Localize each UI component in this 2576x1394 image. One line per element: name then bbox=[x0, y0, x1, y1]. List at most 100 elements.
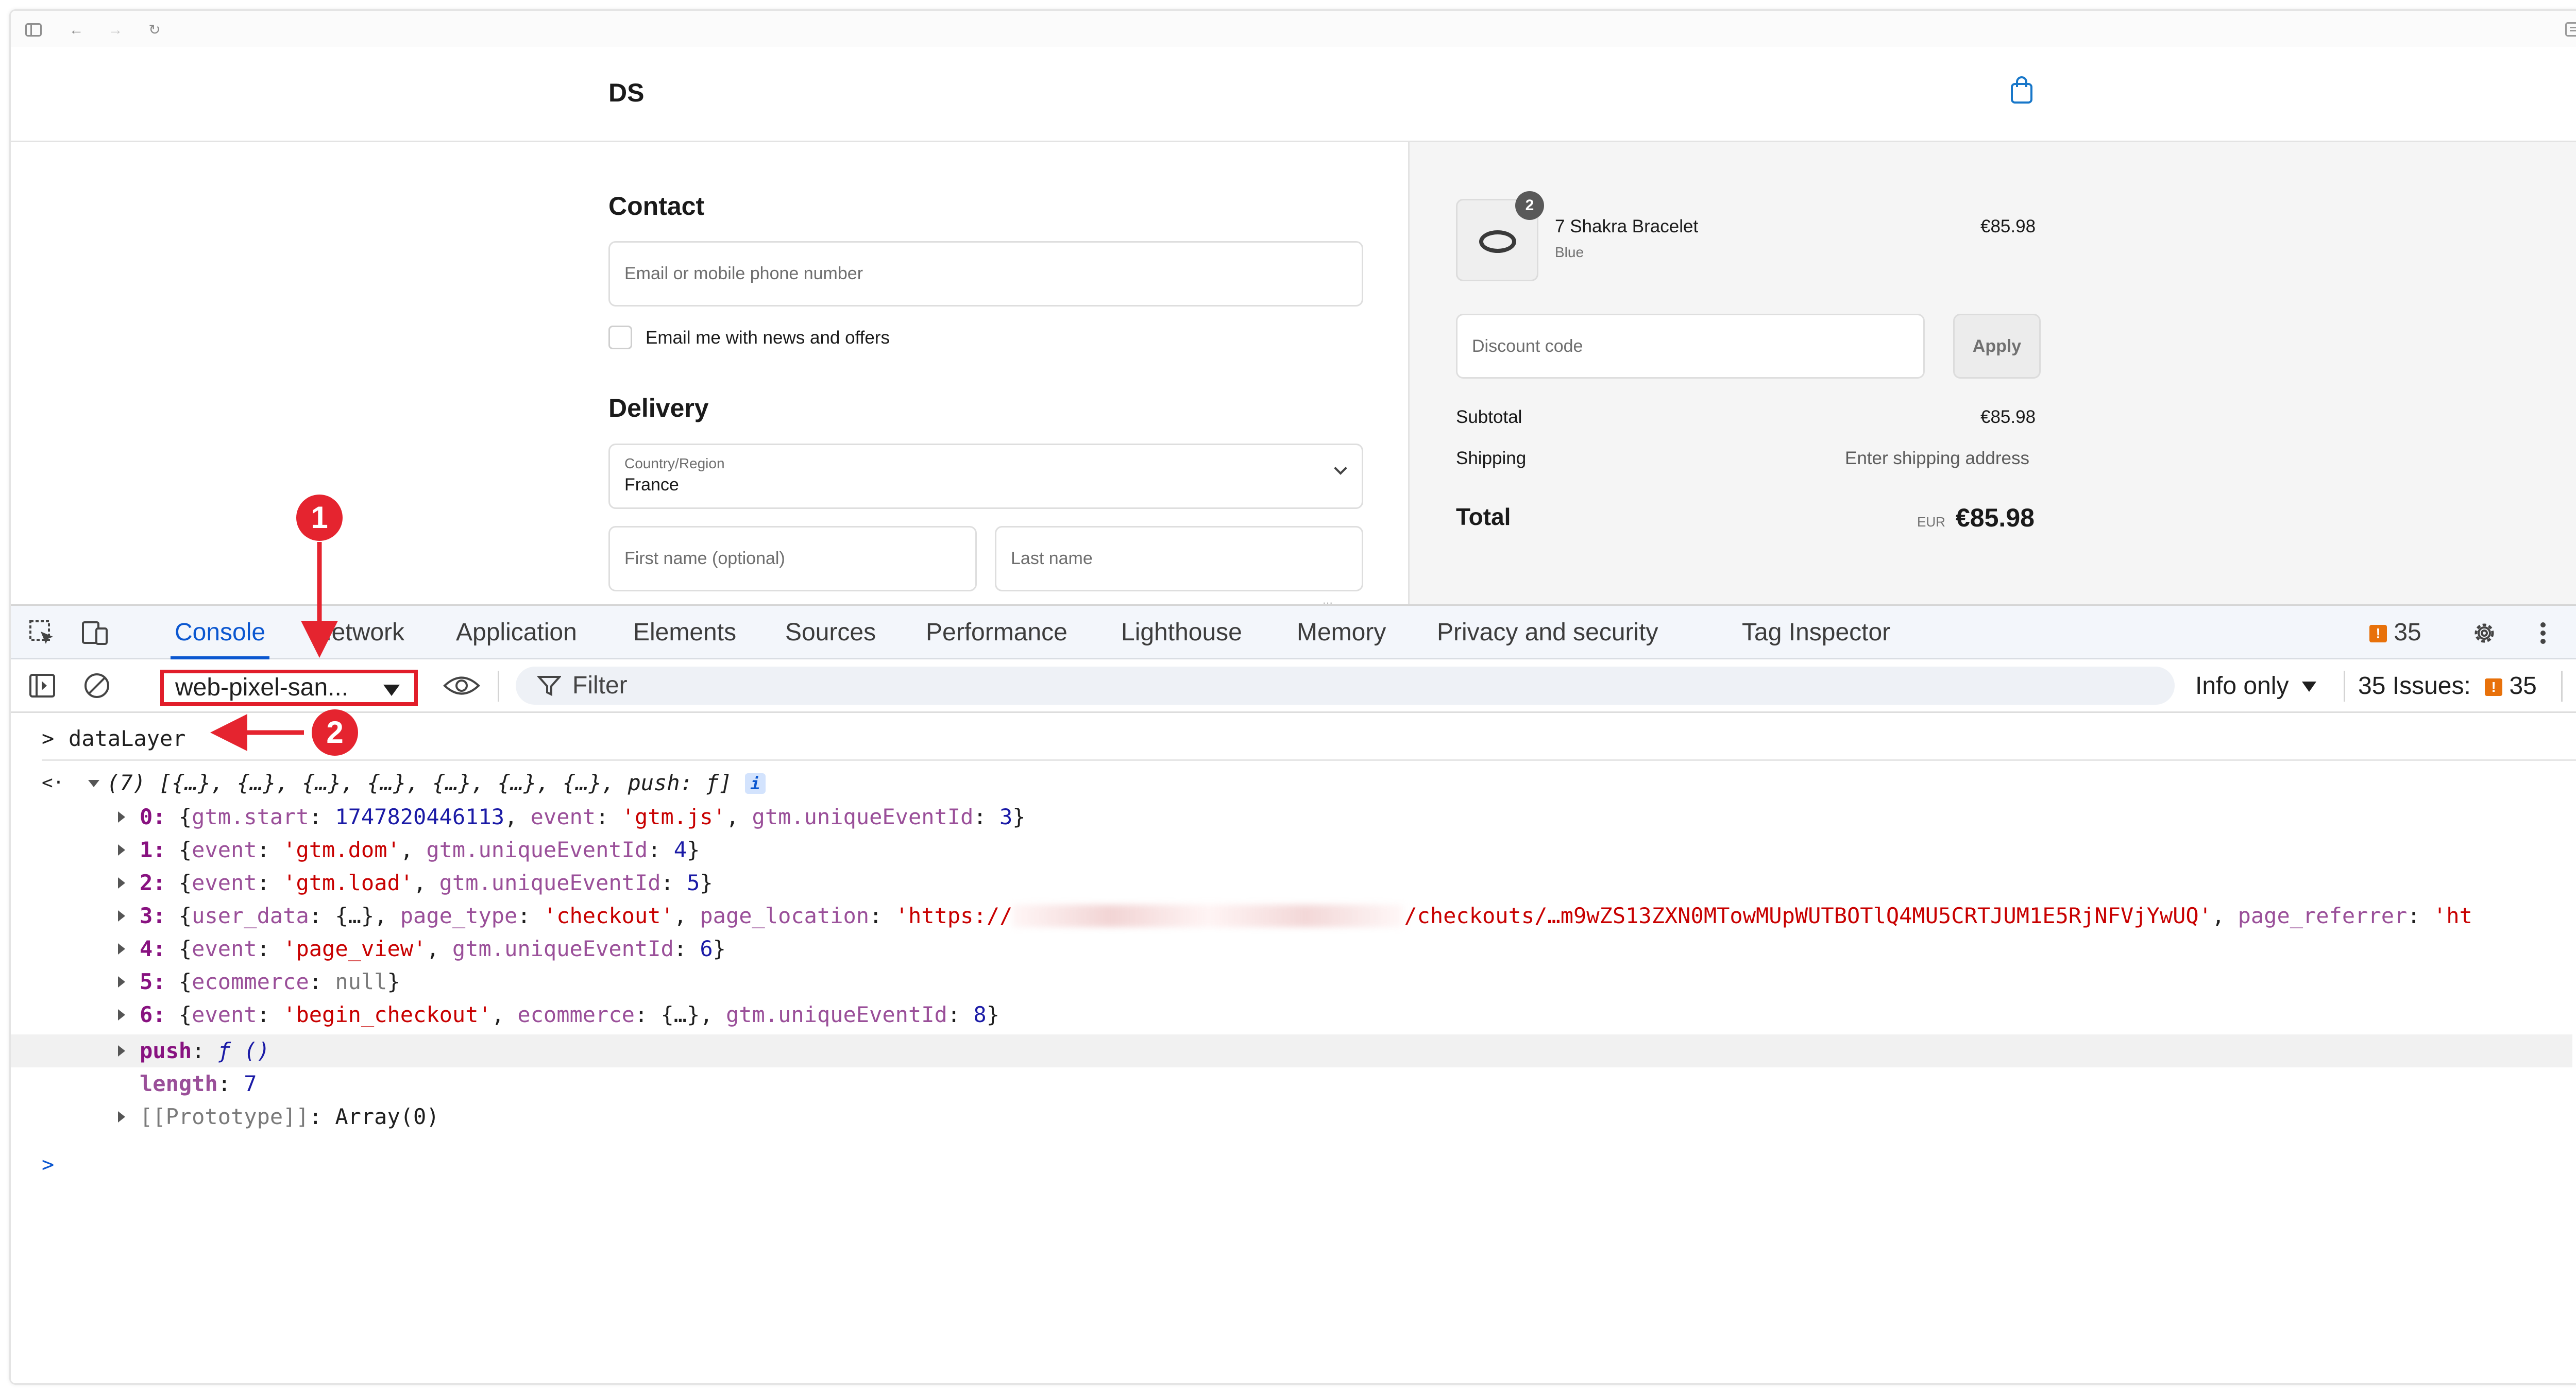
first-name-field[interactable]: First name (optional) bbox=[608, 526, 977, 591]
last-name-field[interactable]: Last name bbox=[995, 526, 1363, 591]
shopping-bag-icon[interactable] bbox=[2010, 76, 2033, 105]
reload-icon[interactable]: ↻ bbox=[147, 22, 162, 38]
console-sidebar-icon[interactable] bbox=[28, 672, 56, 700]
total-currency: EUR bbox=[1917, 514, 1945, 530]
array-entry-row[interactable]: 0: {gtm.start: 1747820446113, event: 'gt… bbox=[11, 801, 2576, 834]
issues-counter[interactable]: ! 35 bbox=[2369, 606, 2421, 659]
entry-token: 'gtm.dom' bbox=[283, 837, 400, 862]
tab-privacy-security[interactable]: Privacy and security bbox=[1437, 606, 1658, 659]
apply-button[interactable]: Apply bbox=[1953, 314, 2041, 379]
entry-token: page_type bbox=[400, 903, 518, 928]
forward-arrow-icon[interactable]: → bbox=[108, 22, 123, 38]
entry-token: , bbox=[426, 936, 452, 961]
devtools-panel: Console Network Application Elements Sou… bbox=[11, 604, 2576, 1383]
tab-console[interactable]: Console bbox=[170, 606, 270, 659]
log-level-select[interactable]: Info only bbox=[2195, 659, 2316, 713]
entry-token: , bbox=[2212, 903, 2238, 928]
tab-application[interactable]: Application bbox=[456, 606, 577, 659]
array-entry-text: 6: {event: 'begin_checkout', ecommerce: … bbox=[140, 998, 999, 1031]
filter-funnel-icon bbox=[537, 676, 561, 696]
country-select[interactable]: Country/Region France bbox=[608, 444, 1363, 509]
expand-triangle-icon[interactable] bbox=[118, 910, 125, 922]
entry-index: 0: bbox=[140, 804, 166, 829]
email-field[interactable]: Email or mobile phone number bbox=[608, 241, 1363, 307]
product-price: €85.98 bbox=[1980, 216, 2036, 236]
entry-token: : bbox=[673, 936, 700, 961]
array-entry-row[interactable]: 3: {user_data: {…}, page_type: 'checkout… bbox=[11, 899, 2576, 932]
entry-token: , bbox=[725, 804, 752, 829]
entry-token: } bbox=[1012, 804, 1026, 829]
array-entry-row[interactable]: 2: {event: 'gtm.load', gtm.uniqueEventId… bbox=[11, 866, 2576, 899]
reader-icon[interactable] bbox=[2565, 22, 2576, 37]
tab-network[interactable]: Network bbox=[314, 606, 404, 659]
expand-triangle-icon[interactable] bbox=[118, 811, 125, 823]
entry-token: 'checkout' bbox=[543, 903, 674, 928]
result-summary-line[interactable]: <· (7) [{…}, {…}, {…}, {…}, {…}, {…}, {…… bbox=[11, 767, 2576, 800]
expand-triangle-icon[interactable] bbox=[118, 1009, 125, 1021]
entry-token: : bbox=[947, 1002, 974, 1027]
log-level-value: Info only bbox=[2195, 672, 2289, 700]
console-filter-input[interactable]: Filter bbox=[516, 667, 2175, 705]
newsletter-checkbox[interactable] bbox=[608, 326, 632, 349]
more-options-icon[interactable] bbox=[2529, 619, 2557, 647]
entry-token: null bbox=[335, 969, 387, 994]
array-entry-row[interactable]: 1: {event: 'gtm.dom', gtm.uniqueEventId:… bbox=[11, 834, 2576, 866]
entry-token: 4 bbox=[673, 837, 687, 862]
order-summary: 2 7 Shakra Bracelet Blue €85.98 Discount… bbox=[1408, 142, 2576, 606]
context-select[interactable]: web-pixel-san... bbox=[160, 670, 418, 706]
expand-triangle-icon[interactable] bbox=[118, 976, 125, 988]
drawer-resize-handle[interactable]: ⋯ bbox=[1323, 597, 1336, 609]
tab-performance[interactable]: Performance bbox=[926, 606, 1067, 659]
entry-token: page_location bbox=[700, 903, 870, 928]
discount-code-field[interactable]: Discount code bbox=[1456, 314, 1925, 379]
store-header: DS bbox=[11, 47, 2576, 142]
entry-token: event bbox=[192, 1002, 257, 1027]
issues-link[interactable]: 35 Issues: ! 35 bbox=[2358, 659, 2537, 713]
array-entry-text: 5: {ecommerce: null} bbox=[140, 965, 400, 998]
context-select-value: web-pixel-san... bbox=[175, 674, 349, 701]
array-entry-text: 3: {user_data: {…}, page_type: 'checkout… bbox=[140, 899, 2472, 932]
tab-lighthouse[interactable]: Lighthouse bbox=[1121, 606, 1242, 659]
quantity-badge: 2 bbox=[1515, 191, 1544, 220]
first-name-placeholder: First name (optional) bbox=[624, 549, 785, 568]
entry-token: } bbox=[713, 936, 726, 961]
tab-elements[interactable]: Elements bbox=[633, 606, 736, 659]
entry-token: : {…}, bbox=[634, 1002, 726, 1027]
expand-triangle-icon[interactable] bbox=[88, 780, 99, 787]
back-arrow-icon[interactable]: ← bbox=[69, 22, 84, 38]
array-entry-row[interactable]: 5: {ecommerce: null} bbox=[11, 965, 2576, 998]
entry-index: 5: bbox=[140, 969, 166, 994]
sidebar-toggle-icon[interactable] bbox=[25, 23, 42, 37]
issue-flag-icon: ! bbox=[2485, 678, 2503, 696]
info-icon[interactable]: i bbox=[745, 773, 766, 794]
console-prompt-line[interactable]: > bbox=[11, 1148, 2576, 1181]
entry-token: 'gtm.js' bbox=[621, 804, 726, 829]
tab-tag-inspector[interactable]: Tag Inspector bbox=[1742, 606, 1890, 659]
expand-triangle-icon[interactable] bbox=[118, 877, 125, 889]
entry-token: , bbox=[491, 1002, 518, 1027]
newsletter-label: Email me with news and offers bbox=[646, 328, 890, 348]
expand-triangle-icon[interactable] bbox=[118, 943, 125, 955]
store-logo[interactable]: DS bbox=[608, 78, 644, 108]
array-entry-row[interactable]: 4: {event: 'page_view', gtm.uniqueEventI… bbox=[11, 932, 2576, 965]
expand-triangle-icon[interactable] bbox=[118, 1045, 125, 1057]
entry-token: ecommerce bbox=[517, 1002, 635, 1027]
expand-triangle-icon[interactable] bbox=[118, 1111, 125, 1123]
array-entry-row[interactable]: 6: {event: 'begin_checkout', ecommerce: … bbox=[11, 998, 2576, 1031]
clear-console-icon[interactable] bbox=[83, 672, 111, 700]
live-expression-eye-icon[interactable] bbox=[443, 672, 481, 700]
entry-token: , bbox=[673, 903, 700, 928]
expand-triangle-icon[interactable] bbox=[118, 844, 125, 856]
entry-token: : bbox=[309, 969, 335, 994]
tab-sources[interactable]: Sources bbox=[785, 606, 876, 659]
prototype-line[interactable]: [[Prototype]]: Array(0) bbox=[11, 1100, 2576, 1133]
entry-token: gtm.uniqueEventId bbox=[439, 870, 661, 895]
push-property-line[interactable]: push: ƒ () bbox=[11, 1034, 2572, 1067]
settings-gear-icon[interactable] bbox=[2470, 619, 2498, 647]
tab-memory[interactable]: Memory bbox=[1297, 606, 1386, 659]
inspect-element-icon[interactable] bbox=[28, 619, 56, 647]
entry-token: gtm.start bbox=[192, 804, 309, 829]
prototype-key: [[Prototype]] bbox=[140, 1104, 309, 1129]
device-toolbar-icon[interactable] bbox=[81, 619, 109, 647]
entry-token: , bbox=[413, 870, 439, 895]
